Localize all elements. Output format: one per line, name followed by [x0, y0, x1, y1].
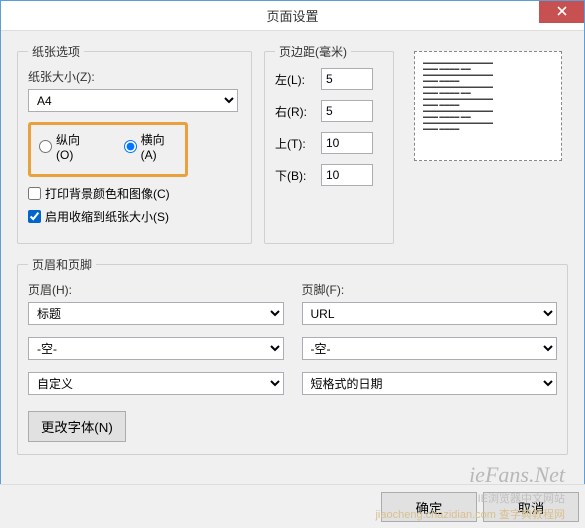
portrait-radio[interactable] [39, 140, 52, 153]
header-select-2[interactable]: -空- [28, 337, 284, 360]
header-footer-legend: 页眉和页脚 [28, 256, 96, 273]
orientation-highlight-box: 纵向(O) 横向(A) [28, 122, 188, 177]
margins-legend: 页边距(毫米) [275, 43, 351, 60]
shrink-fit-checkbox[interactable] [28, 210, 41, 223]
margin-bottom-input[interactable] [321, 164, 373, 186]
print-bg-wrap[interactable]: 打印背景颜色和图像(C) [28, 185, 241, 202]
header-footer-group: 页眉和页脚 页眉(H): 标题 -空- 自定义 更改字体(N) 页脚(F): U… [17, 256, 568, 455]
margin-top-input[interactable] [321, 132, 373, 154]
footer-select-2[interactable]: -空- [302, 337, 558, 360]
change-font-button[interactable]: 更改字体(N) [28, 411, 126, 442]
margin-left-input[interactable] [321, 68, 373, 90]
close-button[interactable] [539, 1, 584, 23]
margin-right-input[interactable] [321, 100, 373, 122]
page-setup-dialog: 页面设置 纸张选项 纸张大小(Z): A4 纵向(O) [0, 0, 585, 528]
paper-options-group: 纸张选项 纸张大小(Z): A4 纵向(O) 横向(A) [17, 43, 252, 244]
print-bg-label: 打印背景颜色和图像(C) [45, 185, 170, 202]
landscape-label: 横向(A) [141, 131, 177, 162]
ok-button[interactable]: 确定 [381, 492, 477, 522]
margin-right-label: 右(R): [275, 103, 313, 120]
page-preview: ▬▬▬▬▬▬▬▬▬▬▬▬▬▬▬▬▬ ▬▬▬▬ ▬▬▬▬▬▬▬▬▬▬▬▬▬▬▬▬▬… [414, 51, 562, 161]
portrait-label: 纵向(O) [56, 131, 94, 162]
paper-options-legend: 纸张选项 [28, 43, 84, 60]
landscape-radio[interactable] [124, 140, 137, 153]
margins-group: 页边距(毫米) 左(L): 右(R): 上(T): 下(B): [264, 43, 394, 244]
shrink-fit-wrap[interactable]: 启用收缩到纸张大小(S) [28, 208, 241, 225]
print-bg-checkbox[interactable] [28, 187, 41, 200]
titlebar: 页面设置 [1, 1, 584, 31]
paper-size-select[interactable]: A4 [28, 89, 238, 112]
margin-bottom-label: 下(B): [275, 167, 313, 184]
margin-left-label: 左(L): [275, 71, 313, 88]
header-select-3[interactable]: 自定义 [28, 372, 284, 395]
preview-content: ▬▬▬▬▬▬▬▬▬▬▬▬▬▬▬▬▬ ▬▬▬▬ ▬▬▬▬▬▬▬▬▬▬▬▬▬▬▬▬▬… [423, 60, 553, 132]
header-label: 页眉(H): [28, 281, 284, 298]
footer-label: 页脚(F): [302, 281, 558, 298]
close-icon [557, 5, 567, 19]
landscape-radio-wrap[interactable]: 横向(A) [124, 131, 177, 162]
header-select-1[interactable]: 标题 [28, 302, 284, 325]
margin-top-label: 上(T): [275, 135, 313, 152]
portrait-radio-wrap[interactable]: 纵向(O) [39, 131, 94, 162]
dialog-footer: 确定 取消 [0, 484, 585, 528]
paper-size-label: 纸张大小(Z): [28, 68, 241, 85]
shrink-fit-label: 启用收缩到纸张大小(S) [45, 208, 169, 225]
footer-select-1[interactable]: URL [302, 302, 558, 325]
dialog-title: 页面设置 [266, 6, 318, 25]
footer-select-3[interactable]: 短格式的日期 [302, 372, 558, 395]
cancel-button[interactable]: 取消 [483, 492, 579, 522]
